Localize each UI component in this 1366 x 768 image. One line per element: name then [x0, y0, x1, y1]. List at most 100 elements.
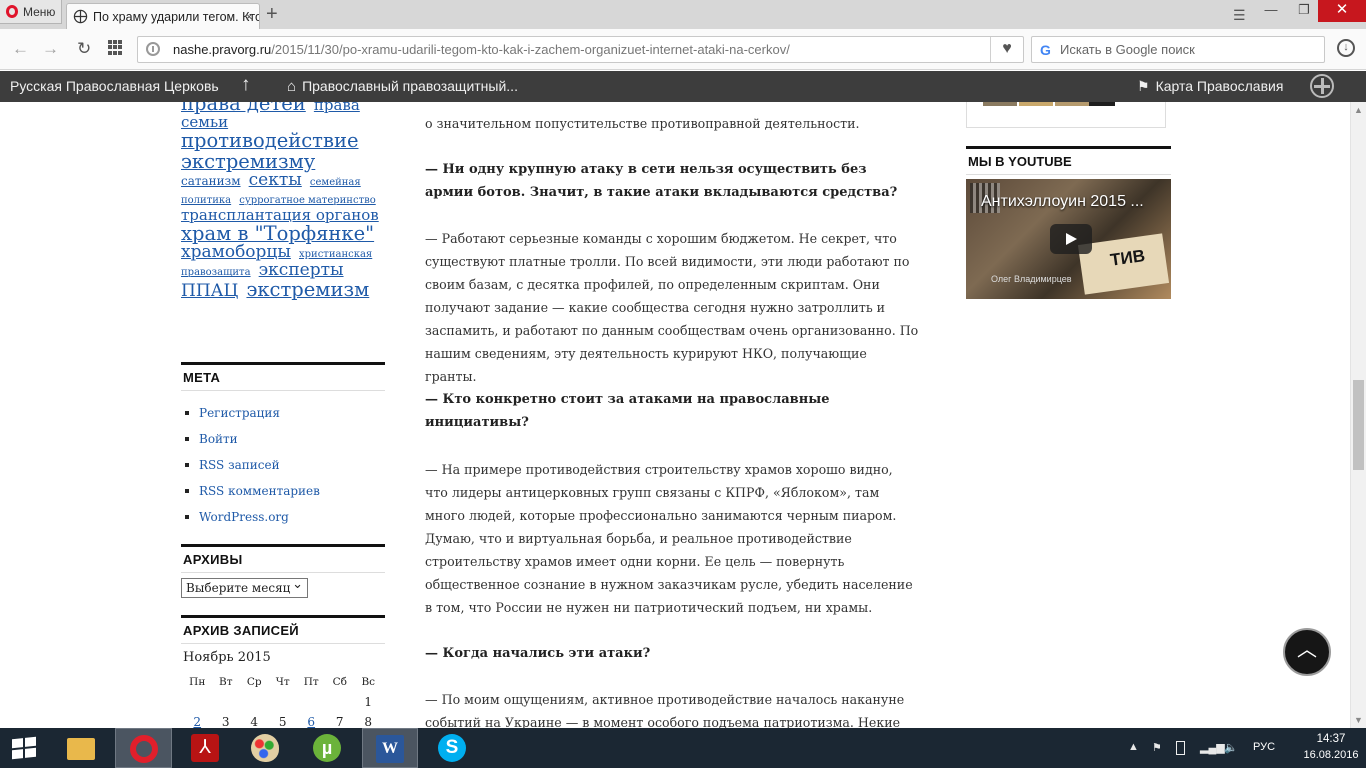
meta-list: Регистрация Войти RSS записей RSS комментар… [185, 400, 320, 530]
folder-icon [67, 738, 95, 760]
page-scrollbar[interactable]: ▲ ▼ [1350, 102, 1366, 728]
taskbar-opera[interactable] [115, 728, 172, 768]
thumbnail-image[interactable] [1089, 102, 1115, 106]
search-placeholder: Искать в Google поиск [1060, 42, 1195, 57]
meta-link[interactable]: RSS записей [185, 452, 320, 478]
clock-date[interactable]: 16.08.2016 [1301, 749, 1361, 761]
weekday-label: Пт [303, 676, 319, 688]
article-paragraph: — На примере противодействия строительст… [425, 462, 913, 615]
interview-question: — Когда начались эти атаки? [425, 646, 651, 661]
thumbnail-image[interactable] [983, 102, 1017, 106]
search-input[interactable]: G Искать в Google поиск [1031, 36, 1325, 63]
meta-widget-title: МЕТА [181, 362, 385, 391]
bookmark-label: Карта Православия [1155, 78, 1284, 94]
taskbar-acrobat[interactable]: ⅄ [178, 728, 232, 768]
word-icon: W [376, 735, 404, 763]
clock-time[interactable]: 14:37 [1306, 733, 1356, 745]
opera-logo-icon [6, 5, 18, 18]
back-button[interactable]: ← [12, 38, 29, 60]
start-button[interactable] [0, 728, 48, 768]
google-icon: G [1040, 42, 1051, 58]
play-icon[interactable] [1050, 224, 1092, 254]
youtube-video-embed[interactable]: ТИВ Олег Владимирцев Антихэллоуин 2015 .… [966, 179, 1171, 299]
bookmark-orthodox-map[interactable]: ⚑ Карта Православия [1137, 78, 1283, 95]
archives-widget-title: АРХИВЫ [181, 544, 385, 573]
meta-link[interactable]: Регистрация [185, 400, 320, 426]
tab-title: По храму ударили тегом. Кто [93, 9, 260, 24]
tag-link[interactable]: противодействие экстремизму [181, 129, 359, 172]
calendar-day-link[interactable]: 2 [183, 715, 212, 728]
calendar-day: 3 [221, 715, 230, 728]
weekday-label: Вт [218, 676, 233, 688]
reload-button[interactable]: ↻ [77, 38, 91, 60]
meta-link[interactable]: WordPress.org [185, 504, 320, 530]
tag-link[interactable]: экстремизм [246, 278, 369, 301]
home-icon: ⌂ [287, 78, 297, 95]
bookmark-heart-icon[interactable]: ♥ [990, 37, 1023, 62]
tag-cloud: права детей права семьи противодействие … [181, 102, 385, 301]
menu-label: Меню [23, 4, 56, 19]
meta-link[interactable]: RSS комментариев [185, 478, 320, 504]
opera-icon [130, 735, 158, 763]
article-paragraph: — Работают серьезные команды с хорошим б… [425, 231, 919, 384]
tag-link[interactable]: секты [249, 170, 302, 190]
weekday-label: Пн [189, 676, 206, 688]
tag-link[interactable]: суррогатное материнство [239, 195, 376, 206]
input-language[interactable]: РУС [1253, 741, 1275, 753]
video-title[interactable]: Антихэллоуин 2015 ... [981, 193, 1144, 211]
window-close-button[interactable]: ✕ [1318, 0, 1366, 22]
interview-question: — Кто конкретно стоит за атаками на прав… [425, 392, 830, 430]
meta-link[interactable]: Войти [185, 426, 320, 452]
url-text[interactable]: nashe.pravorg.ru/2015/11/30/po-xramu-uda… [173, 42, 790, 57]
window-minimize-button[interactable]: — [1256, 0, 1286, 22]
taskbar-paint[interactable] [238, 728, 292, 768]
page-viewport: права детей права семьи противодействие … [0, 102, 1350, 728]
weekday-label: Ср [246, 676, 262, 688]
bookmarks-bar: Русская Православная Церковь ↑ ⌂ Правосла… [0, 71, 1366, 102]
volume-icon[interactable]: 🔈 [1224, 741, 1238, 754]
tab-close-icon[interactable]: × [245, 9, 253, 24]
speed-dial-grid-icon[interactable] [108, 40, 123, 55]
orthodox-cross-favicon-icon [73, 9, 88, 24]
bookmark-label: Православный правозащитный... [302, 78, 518, 94]
downloads-icon[interactable]: ↓ [1337, 39, 1355, 57]
youtube-widget-title: МЫ В YOUTUBE [966, 146, 1171, 175]
taskbar-skype[interactable]: S [425, 728, 479, 768]
tab-menu-icon[interactable]: ☰ [1233, 7, 1246, 24]
skype-icon: S [438, 734, 466, 762]
scroll-down-icon[interactable]: ▼ [1354, 715, 1363, 725]
taskbar-explorer[interactable] [54, 728, 108, 768]
chevron-up-icon[interactable]: ︿ [1283, 628, 1331, 676]
calendar-week: 23 4 567 8 [183, 712, 383, 728]
network-signal-icon[interactable]: ▂▄▆ [1200, 741, 1225, 754]
archive-month-select[interactable]: Выберите месяц [181, 577, 308, 598]
thumbnail-image[interactable] [1055, 102, 1089, 106]
thumbnail-image[interactable] [1019, 102, 1053, 106]
window-maximize-button[interactable]: ❐ [1289, 0, 1319, 22]
show-hidden-icons-icon[interactable]: ▲ [1128, 741, 1139, 753]
opera-menu-button[interactable]: Меню [0, 0, 62, 24]
forward-button[interactable]: → [42, 38, 59, 60]
paint-palette-icon [251, 734, 279, 762]
arrow-up-icon[interactable]: ↑ [241, 74, 251, 96]
action-center-flag-icon[interactable]: ⚑ [1152, 741, 1162, 754]
tab-strip: Меню По храму ударили тегом. Кто × + ☰ —… [0, 0, 1366, 29]
bookmark-russian-orthodox-church[interactable]: Русская Православная Церковь [10, 78, 219, 94]
scroll-up-icon[interactable]: ▲ [1354, 105, 1363, 115]
cross-plus-icon[interactable] [1310, 74, 1334, 98]
tab-active[interactable]: По храму ударили тегом. Кто × [66, 3, 260, 29]
image-thumbnails[interactable] [966, 102, 1166, 128]
site-info-icon[interactable] [146, 42, 160, 56]
calendar-week: 1 [183, 692, 383, 712]
weekday-label: Сб [332, 676, 347, 688]
calendar-day-link[interactable]: 6 [297, 715, 326, 728]
taskbar-word[interactable]: W [362, 728, 418, 768]
taskbar-utorrent[interactable]: µ [300, 728, 354, 768]
new-tab-button[interactable]: + [266, 3, 278, 25]
tag-link[interactable]: сатанизм [181, 174, 241, 188]
address-bar[interactable]: nashe.pravorg.ru/2015/11/30/po-xramu-uda… [137, 36, 1024, 63]
battery-icon[interactable] [1176, 741, 1185, 755]
scrollbar-thumb[interactable] [1353, 380, 1364, 470]
calendar-day: 4 [250, 715, 259, 728]
bookmark-orthodox-rights[interactable]: ⌂ Православный правозащитный... [287, 78, 518, 95]
